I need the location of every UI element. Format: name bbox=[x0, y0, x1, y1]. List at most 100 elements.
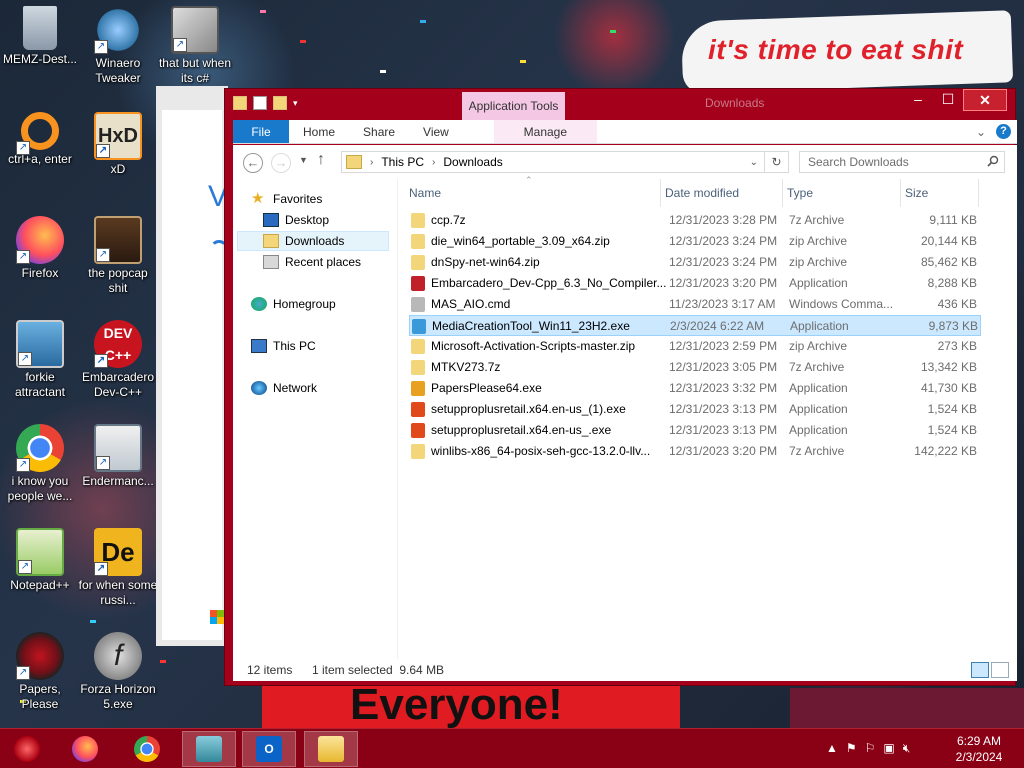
table-row[interactable]: winlibs-x86_64-posix-seh-gcc-13.2.0-llv.… bbox=[409, 441, 981, 462]
taskbar-clock[interactable]: 6:29 AM 2/3/2024 bbox=[946, 733, 1012, 765]
explorer-window[interactable]: ▾ Application Tools Downloads – ☐ ✕ File… bbox=[224, 88, 1017, 686]
desktop-icon-devcpp[interactable]: DEV C++ ↗ Embarcadero Dev-C++ bbox=[78, 320, 158, 400]
tab-file[interactable]: File bbox=[233, 120, 289, 143]
minimize-button[interactable]: – bbox=[903, 89, 933, 111]
nav-desktop[interactable]: Desktop bbox=[263, 210, 329, 230]
computer-icon bbox=[251, 339, 267, 353]
table-row[interactable]: setupproplusretail.x64.en-us_(1).exe 12/3… bbox=[409, 399, 981, 420]
tab-view[interactable]: View bbox=[409, 120, 463, 143]
shortcut-arrow-icon: ↗ bbox=[16, 141, 30, 155]
desktop-icon-winaero[interactable]: ↗ Winaero Tweaker bbox=[78, 6, 158, 86]
file-list[interactable]: ⌃ Name Date modified Type Size ccp.7z 12/… bbox=[405, 175, 1017, 659]
file-size: 41,730 KB bbox=[920, 381, 977, 395]
column-header-size[interactable]: Size bbox=[901, 179, 979, 207]
table-row[interactable]: Embarcadero_Dev-Cpp_6.3_No_Compiler... 12… bbox=[409, 273, 981, 294]
title-bar[interactable]: ▾ Application Tools Downloads – ☐ ✕ bbox=[225, 89, 1015, 120]
search-input[interactable]: Search Downloads bbox=[799, 151, 1005, 173]
folder-icon bbox=[346, 155, 362, 169]
recent-places-icon bbox=[263, 255, 279, 269]
desktop-icon-de[interactable]: De ↗ for when some russi... bbox=[78, 528, 158, 608]
nav-homegroup[interactable]: Homegroup bbox=[251, 294, 336, 314]
desktop-icon-firefox[interactable]: ↗ Firefox bbox=[0, 216, 80, 281]
file-date: 12/31/2023 3:20 PM bbox=[669, 276, 778, 290]
table-row[interactable]: MediaCreationTool_Win11_23H2.exe 2/3/2024… bbox=[409, 315, 981, 336]
chevron-down-icon[interactable]: ▾ bbox=[293, 96, 298, 110]
breadcrumb-this-pc[interactable]: This PC bbox=[381, 155, 424, 169]
file-size: 8,288 KB bbox=[927, 276, 977, 290]
quick-access-toolbar: ▾ bbox=[233, 96, 298, 110]
tab-share[interactable]: Share bbox=[349, 120, 409, 143]
desktop-icon-that-but[interactable]: ↗ that but when its c# bbox=[155, 6, 235, 86]
up-button[interactable]: ↑ bbox=[317, 151, 325, 169]
desktop-icon-enderman[interactable]: ↗ Endermanc... bbox=[78, 424, 158, 489]
breadcrumb-downloads[interactable]: Downloads bbox=[443, 155, 502, 169]
nav-network[interactable]: Network bbox=[251, 378, 317, 398]
desktop-icon-xd[interactable]: HxD ↗ xD bbox=[78, 112, 158, 177]
column-header-name[interactable]: Name bbox=[405, 179, 661, 207]
large-icons-view-button[interactable] bbox=[991, 662, 1009, 678]
action-center-icon[interactable]: ⚑ bbox=[846, 741, 857, 756]
table-row[interactable]: PapersPlease64.exe 12/31/2023 3:32 PM Appl… bbox=[409, 378, 981, 399]
close-button[interactable]: ✕ bbox=[963, 89, 1007, 111]
table-row[interactable]: ccp.7z 12/31/2023 3:28 PM 7z Archive 9,111 … bbox=[409, 210, 981, 231]
navigation-pane[interactable]: ★ Favorites Desktop Downloads Recent pla… bbox=[233, 179, 398, 659]
nav-recent-places[interactable]: Recent places bbox=[263, 252, 361, 272]
table-row[interactable]: die_win64_portable_3.09_x64.zip 12/31/202… bbox=[409, 231, 981, 252]
recent-locations-icon[interactable]: ▼ bbox=[299, 155, 308, 165]
homegroup-icon bbox=[251, 297, 267, 311]
folder-icon[interactable] bbox=[233, 96, 247, 110]
taskbar-media-creation-tool[interactable] bbox=[182, 731, 236, 767]
desktop-icon-forkie[interactable]: ↗ forkie attractant bbox=[0, 320, 80, 400]
flag-icon[interactable]: ⚐ bbox=[865, 741, 876, 756]
desktop-icon-forza[interactable]: f Forza Horizon 5.exe bbox=[78, 632, 158, 712]
file-name: PapersPlease64.exe bbox=[431, 381, 542, 395]
table-row[interactable]: setupproplusretail.x64.en-us_.exe 12/31/2… bbox=[409, 420, 981, 441]
file-date: 12/31/2023 3:24 PM bbox=[669, 234, 778, 248]
details-view-button[interactable] bbox=[971, 662, 989, 678]
tab-manage[interactable]: Manage bbox=[493, 120, 597, 143]
start-orb-icon bbox=[14, 736, 40, 762]
desktop-icon-memz[interactable]: MEMZ-Dest... bbox=[0, 6, 80, 67]
taskbar-chrome[interactable] bbox=[120, 731, 174, 767]
maximize-button[interactable]: ☐ bbox=[933, 89, 963, 111]
table-row[interactable]: MAS_AIO.cmd 11/23/2023 3:17 AM Windows Com… bbox=[409, 294, 981, 315]
forward-button[interactable]: → bbox=[271, 153, 291, 173]
properties-icon[interactable] bbox=[253, 96, 267, 110]
desktop-icon-ctrl-a[interactable]: ↗ ctrl+a, enter bbox=[0, 112, 80, 167]
column-header-type[interactable]: Type bbox=[783, 179, 901, 207]
address-bar[interactable]: › This PC › Downloads ⌄ bbox=[341, 151, 765, 173]
back-button[interactable]: ← bbox=[243, 153, 263, 173]
desktop-icon-popcap[interactable]: ↗ the popcap shit bbox=[78, 216, 158, 296]
taskbar-outlook[interactable]: O bbox=[242, 731, 296, 767]
hxd-icon: HxD ↗ bbox=[94, 112, 142, 160]
new-folder-icon[interactable] bbox=[273, 96, 287, 110]
start-button[interactable] bbox=[0, 731, 54, 767]
system-tray: ▲ ⚑ ⚐ ▣ 🔇︎ bbox=[826, 741, 910, 756]
table-row[interactable]: dnSpy-net-win64.zip 12/31/2023 3:24 PM zip… bbox=[409, 252, 981, 273]
desktop-icon-chrome[interactable]: ↗ i know you people we... bbox=[0, 424, 80, 504]
refresh-button[interactable]: ↻ bbox=[765, 151, 789, 173]
taskbar-firefox[interactable] bbox=[58, 731, 112, 767]
volume-muted-icon[interactable]: 🔇︎ bbox=[903, 741, 911, 756]
desktop-icon-notepadpp[interactable]: ↗ Notepad++ bbox=[0, 528, 80, 593]
network-icon bbox=[251, 381, 267, 395]
background-window[interactable]: Ve bbox=[156, 86, 243, 646]
file-size: 9,111 KB bbox=[929, 213, 977, 227]
search-icon[interactable] bbox=[987, 155, 999, 167]
show-hidden-icons-icon[interactable]: ▲ bbox=[826, 741, 838, 756]
address-dropdown-icon[interactable]: ⌄ bbox=[750, 157, 758, 168]
nav-this-pc[interactable]: This PC bbox=[251, 336, 316, 356]
nav-downloads[interactable]: Downloads bbox=[237, 231, 389, 251]
taskbar-file-explorer[interactable] bbox=[304, 731, 358, 767]
media-creation-tool-icon bbox=[196, 736, 222, 762]
column-header-date[interactable]: Date modified bbox=[661, 179, 783, 207]
file-type: zip Archive bbox=[789, 339, 848, 353]
tab-home[interactable]: Home bbox=[289, 120, 349, 143]
help-icon[interactable]: ? bbox=[996, 124, 1011, 139]
network-status-icon[interactable]: ▣ bbox=[883, 741, 894, 756]
table-row[interactable]: Microsoft-Activation-Scripts-master.zip 1… bbox=[409, 336, 981, 357]
ribbon-expand-chevron-icon[interactable]: ⌄ bbox=[976, 125, 986, 139]
desktop-icon-papers-please[interactable]: ↗ Papers, Please bbox=[0, 632, 80, 712]
nav-favorites[interactable]: ★ Favorites bbox=[251, 189, 322, 209]
table-row[interactable]: MTKV273.7z 12/31/2023 3:05 PM 7z Archive 13… bbox=[409, 357, 981, 378]
